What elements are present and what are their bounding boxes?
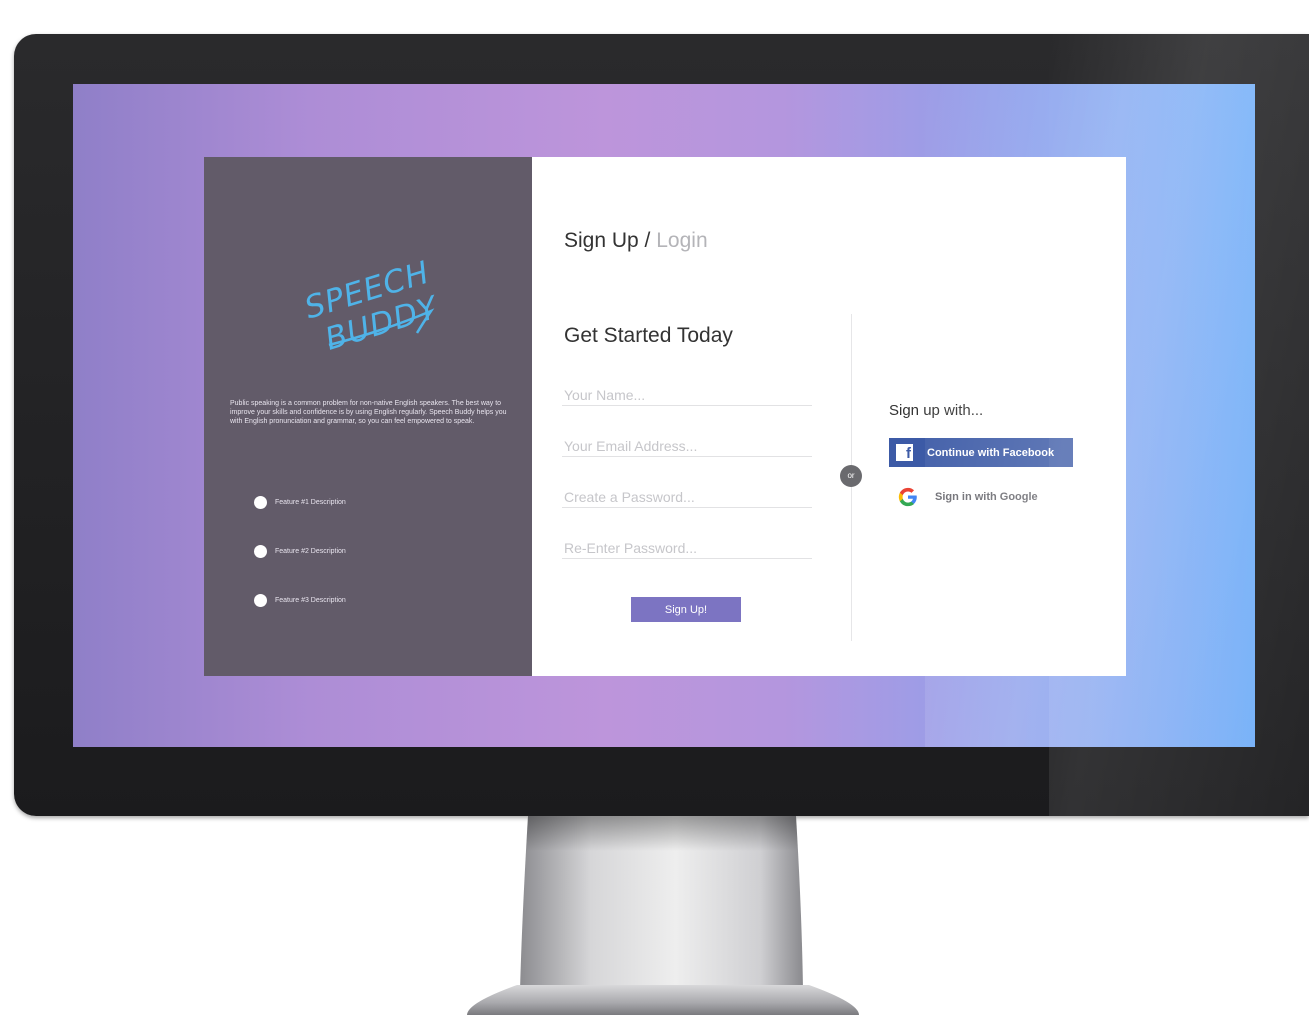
monitor-screen: SPEECH BUDDY Public speaking is a common… [73, 84, 1255, 747]
password-input[interactable] [562, 487, 812, 508]
monitor-bezel: SPEECH BUDDY Public speaking is a common… [14, 34, 1309, 816]
google-signin-button[interactable]: Sign in with Google [897, 483, 1077, 511]
bullet-icon [254, 495, 267, 509]
google-icon [898, 487, 917, 507]
intro-text: Public speaking is a common problem for … [230, 400, 507, 425]
feature-label: Feature #1 Description [275, 498, 346, 506]
bullet-icon [254, 544, 267, 558]
confirm-password-input[interactable] [562, 538, 812, 559]
form-title: Get Started Today [564, 324, 733, 347]
monitor-stand-base [467, 985, 859, 1015]
feature-item: Feature #2 Description [254, 544, 346, 558]
feature-label: Feature #3 Description [275, 596, 346, 604]
monitor-stand-neck [520, 816, 803, 991]
or-badge: or [840, 465, 862, 487]
brand-panel: SPEECH BUDDY Public speaking is a common… [204, 157, 532, 676]
facebook-icon: f [896, 444, 913, 462]
tab-separator: / [638, 229, 657, 252]
facebook-button-label: Continue with Facebook [927, 446, 1055, 459]
feature-item: Feature #3 Description [254, 593, 346, 607]
form-panel: Sign Up / Login Get Started Today Sign U… [532, 157, 1126, 676]
facebook-signin-button[interactable]: f Continue with Facebook [889, 438, 1073, 467]
name-input[interactable] [562, 385, 812, 406]
feature-list: Feature #1 Description Feature #2 Descri… [254, 495, 346, 642]
social-title: Sign up with... [889, 402, 984, 419]
signup-card: SPEECH BUDDY Public speaking is a common… [204, 157, 1126, 676]
feature-label: Feature #2 Description [275, 547, 346, 555]
tab-signup[interactable]: Sign Up [564, 229, 639, 252]
tab-login[interactable]: Login [656, 229, 707, 252]
bullet-icon [254, 593, 267, 607]
email-input[interactable] [562, 436, 812, 457]
feature-item: Feature #1 Description [254, 495, 346, 509]
speech-buddy-logo: SPEECH BUDDY [301, 254, 444, 357]
auth-tabs: Sign Up / Login [564, 229, 708, 253]
google-button-label: Sign in with Google [935, 491, 1038, 503]
signup-button[interactable]: Sign Up! [631, 597, 741, 622]
